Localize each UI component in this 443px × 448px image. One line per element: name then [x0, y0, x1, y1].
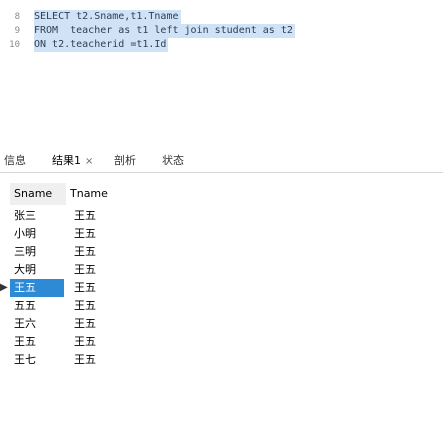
- cell-sname[interactable]: 大明: [14, 261, 64, 279]
- cell-sname[interactable]: 王七: [14, 351, 64, 369]
- editor-line: 10 ON t2.teacherid =t1.Id: [0, 38, 443, 52]
- cell-tname[interactable]: 王五: [74, 351, 134, 369]
- cell-sname[interactable]: 张三: [14, 207, 64, 225]
- editor-line: 9 FROM teacher as t1 left join student a…: [0, 24, 443, 38]
- tab-label: 结果1: [52, 154, 81, 167]
- cell-tname[interactable]: 王五: [74, 333, 134, 351]
- code-text[interactable]: SELECT t2.Sname,t1.Tname: [34, 10, 181, 24]
- row-pointer-icon: ▶: [0, 282, 8, 293]
- line-number: 8: [14, 12, 20, 22]
- cell-tname[interactable]: 王五: [74, 315, 134, 333]
- table-row[interactable]: 张三 王五: [0, 207, 210, 225]
- cell-sname[interactable]: 三明: [14, 243, 64, 261]
- table-row-selected[interactable]: ▶ 王五 王五: [0, 279, 210, 297]
- tab-profile[interactable]: 剖析: [114, 152, 136, 170]
- table-row[interactable]: 王七 王五: [0, 351, 210, 369]
- tab-status[interactable]: 状态: [162, 152, 184, 170]
- cell-tname[interactable]: 王五: [74, 279, 134, 297]
- tab-info[interactable]: 信息: [4, 152, 26, 170]
- table-row[interactable]: 小明 王五: [0, 225, 210, 243]
- cell-sname[interactable]: 王五: [10, 279, 64, 297]
- tab-label: 剖析: [114, 154, 136, 167]
- column-header-tname[interactable]: Tname: [66, 183, 182, 205]
- table-row[interactable]: 王五 王五: [0, 333, 210, 351]
- table-row[interactable]: 王六 王五: [0, 315, 210, 333]
- cell-tname[interactable]: 王五: [74, 225, 134, 243]
- table-row[interactable]: 三明 王五: [0, 243, 210, 261]
- editor-line: 8 SELECT t2.Sname,t1.Tname: [0, 10, 443, 24]
- table-row[interactable]: 五五 王五: [0, 297, 210, 315]
- cell-tname[interactable]: 王五: [74, 243, 134, 261]
- table-row[interactable]: 大明 王五: [0, 261, 210, 279]
- cell-sname[interactable]: 小明: [14, 225, 64, 243]
- tab-label: 信息: [4, 154, 26, 167]
- code-text[interactable]: FROM teacher as t1 left join student as …: [34, 24, 295, 38]
- cell-sname[interactable]: 王五: [14, 333, 64, 351]
- close-icon[interactable]: ×: [85, 156, 93, 167]
- tab-result1[interactable]: 结果1 ×: [52, 152, 93, 170]
- cell-tname[interactable]: 王五: [74, 297, 134, 315]
- line-number: 9: [14, 26, 20, 36]
- tab-label: 状态: [162, 154, 184, 167]
- code-text[interactable]: ON t2.teacherid =t1.Id: [34, 38, 169, 52]
- column-header-sname[interactable]: Sname: [10, 183, 69, 205]
- cell-sname[interactable]: 五五: [14, 297, 64, 315]
- cell-tname[interactable]: 王五: [74, 207, 134, 225]
- sql-editor[interactable]: 8 SELECT t2.Sname,t1.Tname 9 FROM teache…: [0, 0, 443, 85]
- cell-tname[interactable]: 王五: [74, 261, 134, 279]
- result-tabs: 信息 结果1 × 剖析 状态: [0, 148, 443, 173]
- cell-sname[interactable]: 王六: [14, 315, 64, 333]
- line-number: 10: [9, 40, 20, 50]
